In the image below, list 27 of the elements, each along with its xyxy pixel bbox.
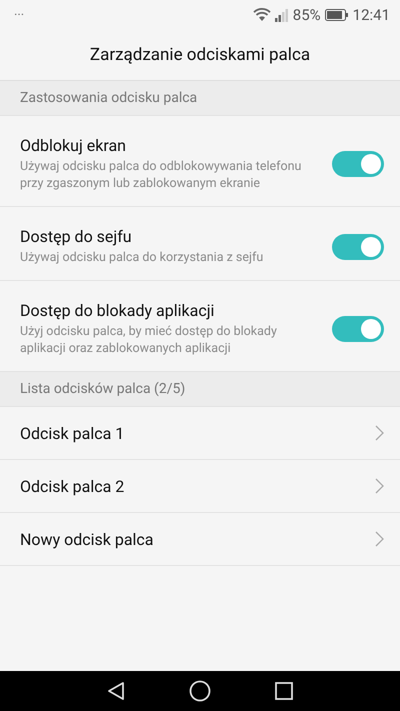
recents-icon[interactable] — [275, 682, 293, 700]
section-header: Zastosowania odcisku palca — [20, 90, 198, 106]
setting-description: Używaj odcisku palca do odblokowywania telefonu przy zgaszonym lub zablokowanym ekranie — [20, 158, 302, 192]
clock: 12:41 — [352, 6, 390, 24]
setting-title: Odblokuj ekran — [20, 136, 127, 155]
page-title: Zarządzanie odciskami palca — [90, 45, 310, 65]
setting-description: Użyj odcisku palca, by mieć dostęp do blokady aplikacji oraz zablokowanych aplikacji — [20, 323, 278, 357]
fingerprint-item[interactable]: Odcisk palca 1 — [20, 424, 375, 442]
fingerprint-item[interactable]: Nowy odcisk palca — [20, 530, 375, 548]
chevron-icon — [375, 425, 384, 441]
setting-title: Dostęp do blokady aplikacji — [20, 301, 216, 320]
setting-description: Używaj odcisku palca do korzystania z sejfu — [20, 249, 264, 266]
fingerprint-item[interactable]: Odcisk palca 2 — [20, 476, 375, 496]
notification-dots: ··· — [14, 8, 26, 22]
back-icon[interactable] — [107, 681, 125, 701]
signal-icon — [274, 8, 289, 22]
chevron-icon — [375, 531, 384, 547]
section-header: Lista odcisków palca (2/5) — [20, 381, 186, 397]
toggle-switch[interactable] — [332, 234, 384, 260]
battery-percent: 85% — [292, 6, 321, 24]
chevron-icon — [375, 478, 384, 494]
home-icon[interactable] — [189, 680, 211, 702]
wifi-icon — [252, 8, 271, 22]
battery-icon — [324, 9, 349, 21]
setting-title: Dostęp do sejfu — [20, 227, 133, 246]
toggle-switch[interactable] — [332, 316, 384, 342]
toggle-switch[interactable] — [332, 151, 384, 177]
